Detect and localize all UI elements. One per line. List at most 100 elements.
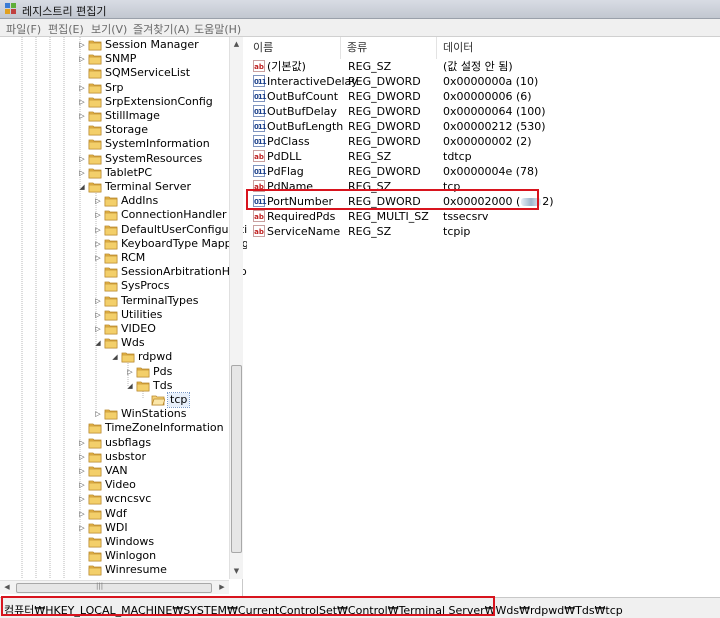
tree-node[interactable]: SQMServiceList: [78, 66, 227, 80]
tree-node[interactable]: ▷ KeyboardType Mapping: [94, 237, 248, 251]
tree-node[interactable]: ◢ Terminal Server: [78, 180, 227, 194]
horizontal-scroll-thumb[interactable]: [16, 583, 212, 593]
value-row[interactable]: ab ServiceName REG_SZ tcpip: [247, 224, 720, 239]
tree-node[interactable]: Storage: [78, 123, 227, 137]
menu-view[interactable]: 보기(V): [91, 21, 127, 37]
tree-node[interactable]: ▷ usbflags: [78, 436, 227, 450]
collapsed-arrow-icon[interactable]: ▷: [78, 55, 86, 63]
tree-node[interactable]: ▷ RCM: [94, 251, 227, 265]
value-row[interactable]: ab PdDLL REG_SZ tdtcp: [247, 149, 720, 164]
tree-horizontal-scrollbar[interactable]: ◀ ||| ▶: [0, 580, 229, 594]
tree-node[interactable]: ▷ SNMP: [78, 52, 227, 66]
value-row[interactable]: ab (기본값) REG_SZ (값 설정 안 됨): [247, 59, 720, 74]
collapsed-arrow-icon[interactable]: ▷: [78, 510, 86, 518]
tree-node[interactable]: tcp: [141, 392, 227, 408]
expanded-arrow-icon[interactable]: ◢: [111, 353, 119, 361]
expanded-arrow-icon[interactable]: ◢: [78, 183, 86, 191]
value-row[interactable]: 011 InteractiveDelay REG_DWORD 0x0000000a (…: [247, 74, 720, 89]
expanded-arrow-icon[interactable]: ◢: [94, 339, 102, 347]
tree-node[interactable]: ▷ TabletPC: [78, 166, 227, 180]
collapsed-arrow-icon[interactable]: ▷: [78, 495, 86, 503]
tree-node[interactable]: ◢ rdpwd: [111, 350, 227, 364]
value-list-pane[interactable]: 이름 종류 데이터 ab (기본값) REG_SZ (값 설정 안 됨) 011 Inte…: [247, 37, 720, 597]
tree-node[interactable]: SessionArbitrationHelper: [94, 265, 258, 279]
tree-node[interactable]: SystemInformation: [78, 137, 227, 151]
tree-node[interactable]: ▷ usbstor: [78, 450, 227, 464]
menu-favorites[interactable]: 즐겨찾기(A): [133, 21, 190, 37]
tree-node[interactable]: ▷ AddIns: [94, 194, 227, 208]
tree-node[interactable]: Windows: [78, 535, 227, 549]
tree-node[interactable]: ▷ StillImage: [78, 109, 227, 123]
tree-node[interactable]: ▷ SystemResources: [78, 152, 227, 166]
tree-node-label: AddIns: [121, 194, 159, 208]
collapsed-arrow-icon[interactable]: ▷: [78, 524, 86, 532]
collapsed-arrow-icon[interactable]: ▷: [78, 169, 86, 177]
menu-edit[interactable]: 편집(E): [48, 21, 84, 37]
tree-node[interactable]: ▷ Video: [78, 478, 227, 492]
expanded-arrow-icon[interactable]: ◢: [126, 382, 134, 390]
tree-node[interactable]: TimeZoneInformation: [78, 421, 227, 435]
collapsed-arrow-icon[interactable]: ▷: [78, 439, 86, 447]
value-row[interactable]: ab RequiredPds REG_MULTI_SZ tssecsrv: [247, 209, 720, 224]
value-row[interactable]: 011 OutBufCount REG_DWORD 0x00000006 (6): [247, 89, 720, 104]
collapsed-arrow-icon[interactable]: ▷: [94, 226, 102, 234]
tree-vertical-scrollbar[interactable]: ▲ ▼: [229, 37, 243, 579]
tree-node[interactable]: ▷ Wdf: [78, 507, 227, 521]
tree-node[interactable]: ▷ wcncsvc: [78, 492, 227, 506]
tree-node[interactable]: ▷ Utilities: [94, 308, 227, 322]
tree-node[interactable]: Winresume: [78, 563, 227, 577]
collapsed-arrow-icon[interactable]: ▷: [94, 211, 102, 219]
collapsed-arrow-icon[interactable]: ▷: [78, 41, 86, 49]
value-row[interactable]: 011 PdFlag REG_DWORD 0x0000004e (78): [247, 164, 720, 179]
collapsed-arrow-icon[interactable]: ▷: [78, 453, 86, 461]
tree-node[interactable]: ▷ SrpExtensionConfig: [78, 95, 227, 109]
collapsed-arrow-icon[interactable]: ▷: [78, 98, 86, 106]
tree-node[interactable]: ▷ VAN: [78, 464, 227, 478]
vertical-scroll-thumb[interactable]: [231, 365, 242, 553]
menu-file[interactable]: 파일(F): [6, 21, 41, 37]
tree-node[interactable]: ◢ Tds: [126, 379, 227, 393]
collapsed-arrow-icon[interactable]: ▷: [126, 368, 134, 376]
tree-node[interactable]: ▷ DefaultUserConfiguration: [94, 223, 261, 237]
value-row[interactable]: 011 PdClass REG_DWORD 0x00000002 (2): [247, 134, 720, 149]
tree-node[interactable]: Winlogon: [78, 549, 227, 563]
scroll-down-arrow-icon[interactable]: ▼: [230, 564, 243, 578]
folder-icon: [88, 494, 102, 505]
tree-node[interactable]: ▷ Pds: [126, 365, 227, 379]
tree-node[interactable]: ▷ ConnectionHandler: [94, 208, 227, 222]
title-bar[interactable]: 레지스트리 편집기: [0, 0, 720, 19]
folder-icon: [104, 225, 118, 235]
collapsed-arrow-icon[interactable]: ▷: [78, 155, 86, 163]
folder-icon: [104, 267, 118, 278]
column-header-type[interactable]: 종류: [341, 37, 437, 59]
tree-node[interactable]: ▷ VIDEO: [94, 322, 227, 336]
column-header-data[interactable]: 데이터: [437, 37, 637, 59]
tree-node[interactable]: ▷ WDI: [78, 521, 227, 535]
tree-node[interactable]: ◢ Wds: [94, 336, 227, 350]
collapsed-arrow-icon[interactable]: ▷: [94, 297, 102, 305]
tree-node[interactable]: ▷ Srp: [78, 81, 227, 95]
menu-help[interactable]: 도움말(H): [194, 21, 241, 37]
collapsed-arrow-icon[interactable]: ▷: [94, 197, 102, 205]
collapsed-arrow-icon[interactable]: ▷: [78, 467, 86, 475]
key-tree-pane[interactable]: ▷ Session Manager ▷ SNMP SQMServiceList ▷ Srp ▷…: [0, 37, 261, 597]
collapsed-arrow-icon[interactable]: ▷: [78, 84, 86, 92]
tree-node[interactable]: SysProcs: [94, 279, 227, 293]
column-header-name[interactable]: 이름: [247, 37, 341, 59]
scroll-up-arrow-icon[interactable]: ▲: [230, 37, 243, 51]
tree-node[interactable]: ▷ WinStations: [94, 407, 227, 421]
tree-node-label: VAN: [105, 464, 128, 477]
collapsed-arrow-icon[interactable]: ▷: [94, 311, 102, 319]
collapsed-arrow-icon[interactable]: ▷: [94, 410, 102, 418]
value-row[interactable]: 011 OutBufLength REG_DWORD 0x00000212 (530): [247, 119, 720, 134]
scroll-right-arrow-icon[interactable]: ▶: [215, 581, 229, 594]
collapsed-arrow-icon[interactable]: ▷: [78, 481, 86, 489]
tree-node[interactable]: ▷ TerminalTypes: [94, 294, 227, 308]
collapsed-arrow-icon[interactable]: ▷: [94, 240, 102, 248]
scroll-left-arrow-icon[interactable]: ◀: [0, 581, 14, 594]
value-row[interactable]: 011 OutBufDelay REG_DWORD 0x00000064 (100): [247, 104, 720, 119]
collapsed-arrow-icon[interactable]: ▷: [78, 112, 86, 120]
tree-node[interactable]: ▷ Session Manager: [78, 38, 227, 52]
collapsed-arrow-icon[interactable]: ▷: [94, 254, 102, 262]
collapsed-arrow-icon[interactable]: ▷: [94, 325, 102, 333]
